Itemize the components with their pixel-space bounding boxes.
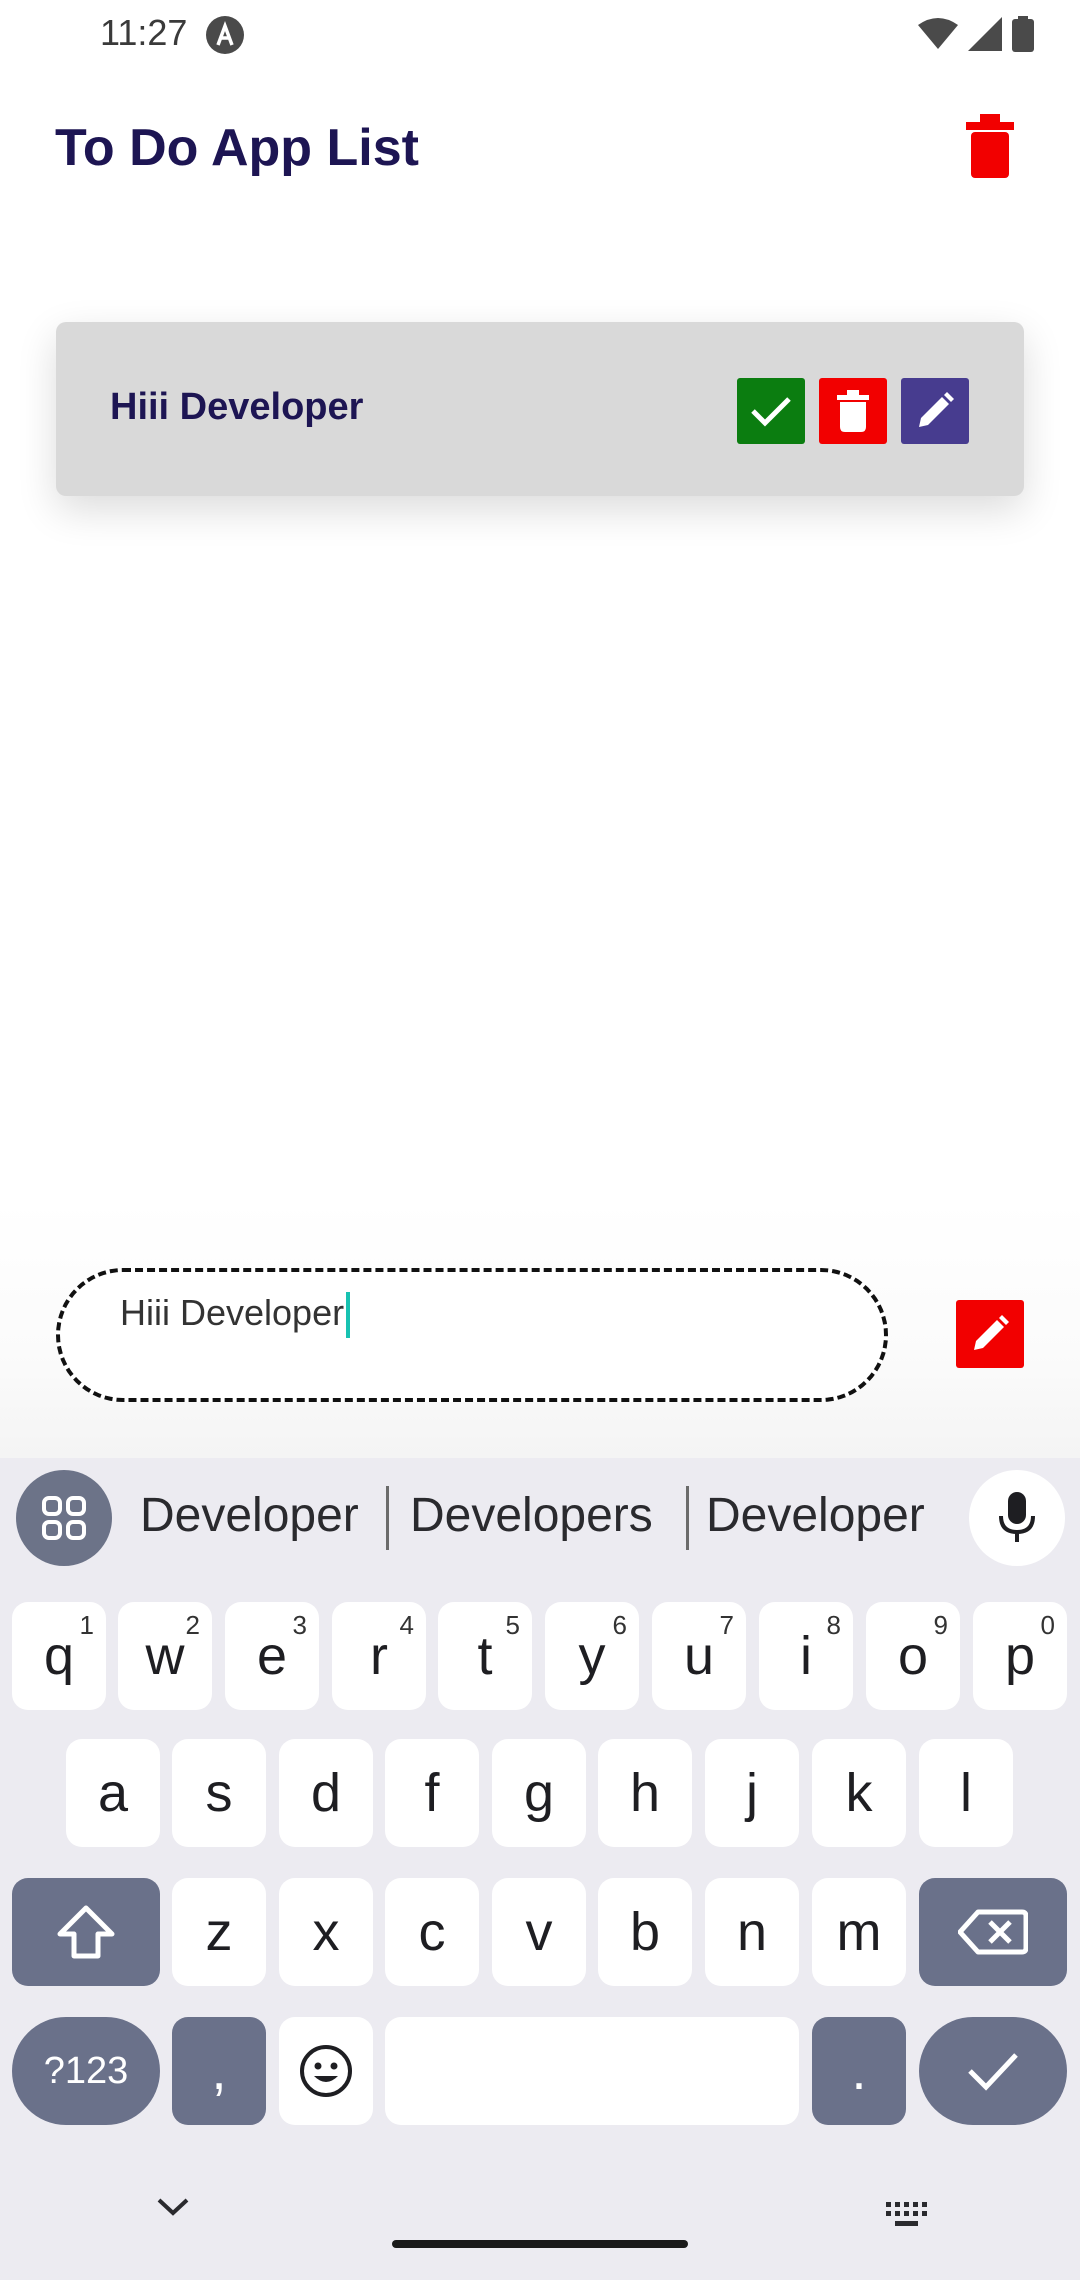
home-indicator[interactable]	[392, 2240, 688, 2248]
key-x[interactable]: x	[279, 1878, 373, 1986]
key-label: y	[578, 1626, 606, 1686]
key-b[interactable]: b	[598, 1878, 692, 1986]
period-key[interactable]: .	[812, 2017, 906, 2125]
shift-key[interactable]	[12, 1878, 160, 1986]
key-hint: 7	[719, 1610, 734, 1640]
delete-all-button[interactable]	[960, 110, 1020, 180]
key-hint: 2	[185, 1610, 200, 1640]
emoji-icon	[300, 2045, 352, 2097]
key-q[interactable]: q1	[12, 1602, 106, 1710]
todo-text: Hiii Developer	[110, 386, 364, 428]
space-key[interactable]	[385, 2017, 799, 2125]
key-f[interactable]: f	[385, 1739, 479, 1847]
microphone-icon	[999, 1492, 1035, 1542]
todo-input[interactable]: Hiii Developer	[56, 1268, 888, 1402]
shift-icon	[57, 1905, 115, 1959]
hide-keyboard-button[interactable]	[156, 2196, 190, 2223]
backspace-icon	[958, 1909, 1028, 1955]
symbols-key[interactable]: ?123	[12, 2017, 160, 2125]
key-label: u	[683, 1626, 715, 1686]
key-o[interactable]: o9	[866, 1602, 960, 1710]
comma-key[interactable]: ,	[172, 2017, 266, 2125]
key-j[interactable]: j	[705, 1739, 799, 1847]
suggestion-2[interactable]: Developers	[410, 1488, 653, 1543]
key-w[interactable]: w2	[118, 1602, 212, 1710]
key-label: q	[43, 1626, 75, 1686]
keyboard-switch-button[interactable]	[884, 2200, 928, 2235]
key-a[interactable]: a	[66, 1739, 160, 1847]
submit-edit-button[interactable]	[956, 1300, 1024, 1368]
key-c[interactable]: c	[385, 1878, 479, 1986]
status-time: 11:27	[100, 12, 188, 53]
trash-icon	[837, 390, 869, 432]
todo-item: Hiii Developer	[56, 322, 1024, 496]
key-hint: 1	[79, 1610, 94, 1640]
key-l[interactable]: l	[919, 1739, 1013, 1847]
apps-grid-icon	[42, 1496, 86, 1540]
key-hint: 0	[1040, 1610, 1055, 1640]
key-i[interactable]: i8	[759, 1602, 853, 1710]
key-label: p	[1004, 1626, 1036, 1686]
key-v[interactable]: v	[492, 1878, 586, 1986]
edit-button[interactable]	[901, 378, 969, 444]
notification-icon	[206, 16, 244, 54]
emoji-key[interactable]	[279, 2017, 373, 2125]
key-m[interactable]: m	[812, 1878, 906, 1986]
wifi-icon	[918, 18, 958, 49]
complete-button[interactable]	[737, 378, 805, 444]
delete-button[interactable]	[819, 378, 887, 444]
key-t[interactable]: t5	[438, 1602, 532, 1710]
chevron-down-icon	[157, 2198, 189, 2216]
key-u[interactable]: u7	[652, 1602, 746, 1710]
key-y[interactable]: y6	[545, 1602, 639, 1710]
pencil-icon	[919, 392, 954, 427]
key-label: r	[370, 1626, 388, 1686]
key-d[interactable]: d	[279, 1739, 373, 1847]
key-hint: 9	[933, 1610, 948, 1640]
key-hint: 8	[826, 1610, 841, 1640]
key-label: i	[800, 1626, 812, 1686]
key-hint: 5	[505, 1610, 520, 1640]
keyboard-icon	[886, 2202, 927, 2226]
key-label: e	[256, 1626, 288, 1686]
key-hint: 3	[292, 1610, 307, 1640]
suggestion-1[interactable]: Developer	[140, 1488, 359, 1543]
signal-icon	[968, 17, 1002, 51]
key-n[interactable]: n	[705, 1878, 799, 1986]
trash-icon	[966, 114, 1014, 178]
key-g[interactable]: g	[492, 1739, 586, 1847]
todo-input-value: Hiii Developer	[120, 1292, 351, 1339]
battery-icon	[1012, 16, 1034, 52]
keyboard	[0, 1458, 1080, 2280]
status-bar: 11:27	[0, 0, 1080, 66]
key-p[interactable]: p0	[973, 1602, 1067, 1710]
todo-input-text: Hiii Developer	[120, 1292, 345, 1333]
suggestion-divider	[386, 1486, 389, 1550]
backspace-key[interactable]	[919, 1878, 1067, 1986]
key-e[interactable]: e3	[225, 1602, 319, 1710]
status-icons	[918, 16, 1034, 52]
suggestion-3[interactable]: Developer I	[706, 1488, 934, 1543]
key-z[interactable]: z	[172, 1878, 266, 1986]
key-label: w	[145, 1626, 185, 1686]
key-k[interactable]: k	[812, 1739, 906, 1847]
key-label: t	[477, 1626, 493, 1686]
key-h[interactable]: h	[598, 1739, 692, 1847]
check-icon	[968, 2053, 1018, 2091]
key-label: o	[897, 1626, 929, 1686]
check-icon	[751, 397, 791, 427]
suggestion-divider	[686, 1486, 689, 1550]
page-title: To Do App List	[55, 119, 419, 177]
pencil-icon	[974, 1315, 1009, 1350]
keyboard-menu-button[interactable]	[16, 1470, 112, 1566]
text-caret	[346, 1292, 351, 1339]
key-r[interactable]: r4	[332, 1602, 426, 1710]
voice-input-button[interactable]	[969, 1470, 1065, 1566]
key-hint: 6	[612, 1610, 627, 1640]
enter-key[interactable]	[919, 2017, 1067, 2125]
key-s[interactable]: s	[172, 1739, 266, 1847]
key-hint: 4	[399, 1610, 414, 1640]
